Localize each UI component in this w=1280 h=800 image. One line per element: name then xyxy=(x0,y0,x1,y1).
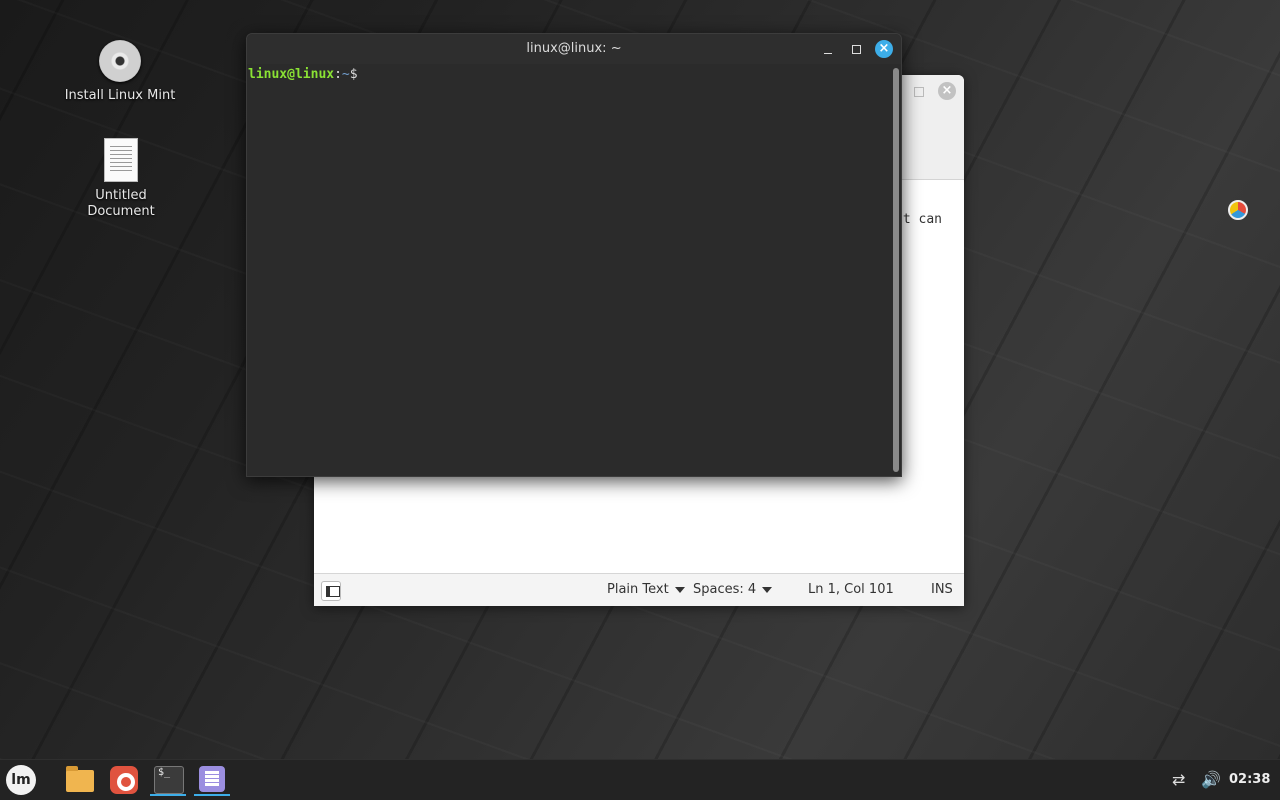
desktop-icon-install[interactable]: Install Linux Mint xyxy=(60,40,180,104)
prompt-path: ~ xyxy=(341,67,350,82)
network-disconnected-icon[interactable]: ⇄ xyxy=(1172,770,1194,790)
editor-text-content[interactable]: t can xyxy=(903,212,942,227)
terminal-output[interactable]: linux@linux:~$ xyxy=(247,64,891,476)
spaces-label: Spaces: 4 xyxy=(693,582,757,597)
cursor-position: Ln 1, Col 101 xyxy=(808,582,894,597)
maximize-icon[interactable] xyxy=(914,87,924,97)
window-title: linux@linux: ~ xyxy=(526,41,622,56)
desktop-icon-label: Install Linux Mint xyxy=(64,88,176,103)
text-editor-icon xyxy=(199,766,225,792)
browser-icon xyxy=(110,766,138,794)
text-editor-taskbar-button[interactable] xyxy=(194,764,230,796)
mint-logo-icon: lm xyxy=(11,772,31,788)
spaces-selector[interactable]: Spaces: 4 xyxy=(693,582,773,597)
terminal-taskbar-button[interactable]: $_ xyxy=(150,764,186,796)
language-label: Plain Text xyxy=(607,582,669,597)
volume-icon[interactable]: 🔊 xyxy=(1201,770,1221,790)
editor-statusbar: Plain Text Spaces: 4 Ln 1, Col 101 INS xyxy=(314,573,964,606)
prompt-symbol: $ xyxy=(349,67,358,82)
prompt-separator: : xyxy=(334,67,342,82)
chevron-down-icon xyxy=(762,586,773,593)
terminal-scrollbar[interactable] xyxy=(893,68,899,472)
active-indicator xyxy=(194,794,230,796)
disc-icon xyxy=(99,40,141,82)
folder-icon xyxy=(66,766,94,792)
insert-mode: INS xyxy=(931,582,953,597)
chevron-down-icon xyxy=(674,586,685,593)
taskbar-panel: lm $_ ⇄ 🔊 02:38 xyxy=(0,759,1280,800)
color-picker-icon[interactable] xyxy=(1228,200,1248,220)
terminal-window[interactable]: linux@linux: ~ × linux@linux:~$ xyxy=(246,33,902,477)
close-icon[interactable]: × xyxy=(938,82,956,100)
terminal-titlebar[interactable]: linux@linux: ~ × xyxy=(247,34,901,64)
maximize-icon[interactable] xyxy=(847,40,865,58)
sidebar-toggle-icon[interactable] xyxy=(321,581,341,601)
browser-launcher[interactable] xyxy=(108,764,140,796)
desktop-icon-label: Untitled Document xyxy=(87,188,155,219)
clock[interactable]: 02:38 xyxy=(1229,772,1270,787)
language-selector[interactable]: Plain Text xyxy=(607,582,685,597)
menu-button[interactable]: lm xyxy=(6,765,36,795)
prompt-user: linux@linux xyxy=(248,67,335,82)
active-indicator xyxy=(150,794,186,796)
text-document-icon xyxy=(104,138,138,182)
minimize-icon[interactable] xyxy=(819,40,837,58)
files-launcher[interactable] xyxy=(64,764,96,796)
close-icon[interactable]: × xyxy=(875,40,893,58)
desktop-icon-untitled-document[interactable]: Untitled Document xyxy=(61,138,181,220)
terminal-icon: $_ xyxy=(154,766,184,794)
